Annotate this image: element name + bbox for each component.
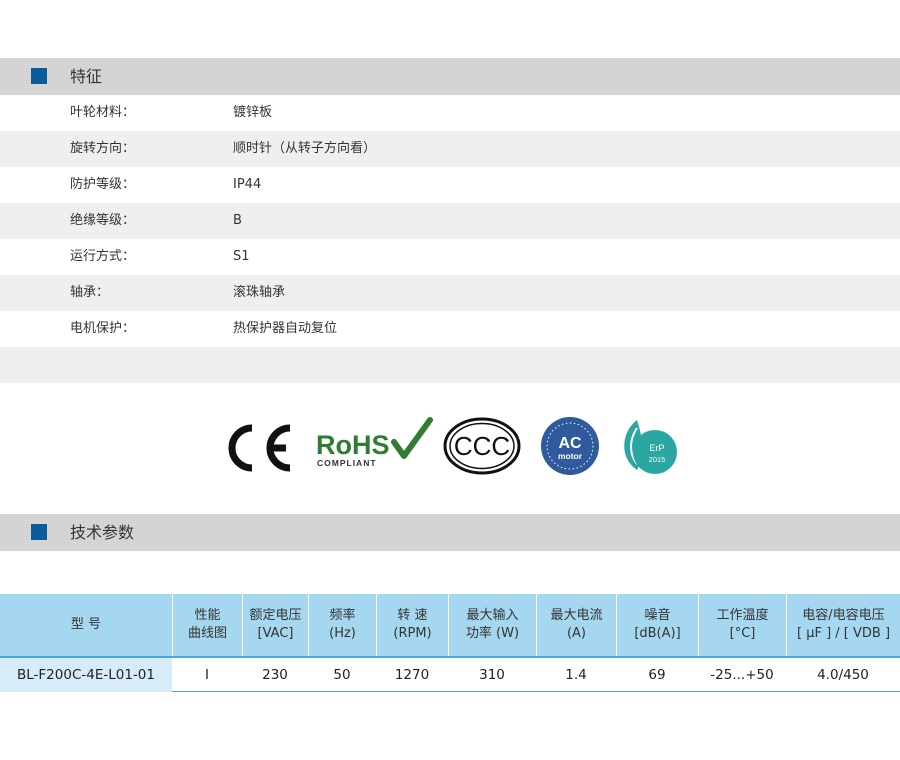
feature-row: 运行方式： S1 <box>0 239 900 275</box>
table-cell: 1270 <box>394 667 430 683</box>
spec-table-header: 型 号 性能 曲线图 额定电压 [VAC] 频率 (Hz) 转 速 (RPM) 最大输入 … <box>0 594 900 656</box>
features-section-header: 特征 <box>0 58 900 95</box>
table-cell: 230 <box>262 667 288 683</box>
section-marker-icon <box>31 68 47 84</box>
rohs-compliant-text: COMPLIANT <box>317 458 377 468</box>
feature-value: 镀锌板 <box>233 105 273 120</box>
feature-row: 叶轮材料： 镀锌板 <box>0 95 900 131</box>
ac-motor-badge-icon: AC motor <box>541 417 599 475</box>
table-cell: 4.0/450 <box>817 667 869 683</box>
table-cell: 310 <box>479 667 505 683</box>
ccc-mark-icon: CCC <box>443 417 521 475</box>
table-header-cell: 额定电压 [VAC] <box>242 594 308 656</box>
rohs-compliant-icon: RoHS COMPLIANT <box>316 417 433 468</box>
feature-label: 叶轮材料： <box>70 105 136 120</box>
table-cell: 69 <box>648 667 666 683</box>
ce-text: CE <box>258 451 260 453</box>
table-cell: -25...+50 <box>710 667 774 683</box>
table-header-cell: 最大输入 功率 (W) <box>448 594 536 656</box>
table-cell: 1.4 <box>565 667 587 683</box>
certification-logos: CE RoHS COMPLIANT CCC AC motor ErP 2015 <box>0 410 900 480</box>
table-header-cell: 工作温度 [°C] <box>698 594 786 656</box>
feature-value: S1 <box>233 249 250 264</box>
erp-text: ErP <box>649 443 664 453</box>
feature-row: 旋转方向： 顺时针（从转子方向看） <box>0 131 900 167</box>
feature-label: 绝缘等级： <box>70 213 136 228</box>
table-header-cell: 转 速 (RPM) <box>376 594 448 656</box>
model-cell: BL-F200C-4E-L01-01 <box>0 658 172 692</box>
features-title: 特征 <box>70 67 103 86</box>
motor-text: motor <box>558 451 583 461</box>
ccc-text: CCC <box>454 431 510 461</box>
table-header-cell: 噪音 [dB(A)] <box>616 594 698 656</box>
feature-label: 电机保护： <box>70 321 136 336</box>
table-cell: I <box>205 667 209 683</box>
table-header-cell: 最大电流 (A) <box>536 594 616 656</box>
feature-row: 绝缘等级： B <box>0 203 900 239</box>
feature-row: 轴承： 滚珠轴承 <box>0 275 900 311</box>
feature-value: 滚珠轴承 <box>233 285 286 300</box>
table-header-cell: 电容/电容电压 [ μF ] / [ VDB ] <box>786 594 900 656</box>
feature-row <box>0 347 900 383</box>
feature-value: 热保护器自动复位 <box>233 321 338 336</box>
feature-label: 轴承： <box>70 285 110 300</box>
table-header-cell: 性能 曲线图 <box>172 594 242 656</box>
feature-label: 运行方式： <box>70 249 136 264</box>
section-marker-icon <box>31 524 47 540</box>
feature-value: 顺时针（从转子方向看） <box>233 141 377 156</box>
erp-leaf-icon: ErP 2015 <box>624 420 677 474</box>
feature-row: 电机保护： 热保护器自动复位 <box>0 311 900 347</box>
table-header-cell: 频率 (Hz) <box>308 594 376 656</box>
feature-value: B <box>233 213 242 228</box>
feature-value: IP44 <box>233 177 262 192</box>
tech-title: 技术参数 <box>70 523 135 542</box>
feature-row: 防护等级： IP44 <box>0 167 900 203</box>
table-row: BL-F200C-4E-L01-01 I 230 50 1270 310 1.4 69 -25.… <box>0 656 900 692</box>
erp-year-text: 2015 <box>649 455 666 464</box>
feature-label: 防护等级： <box>70 177 136 192</box>
tech-section-header: 技术参数 <box>0 514 900 551</box>
rohs-text: RoHS <box>316 430 390 460</box>
feature-label: 旋转方向： <box>70 141 136 156</box>
ac-text: AC <box>558 435 582 452</box>
ce-mark-icon: CE <box>228 424 291 472</box>
table-header-cell: 型 号 <box>70 617 102 632</box>
table-cell: 50 <box>333 667 351 683</box>
